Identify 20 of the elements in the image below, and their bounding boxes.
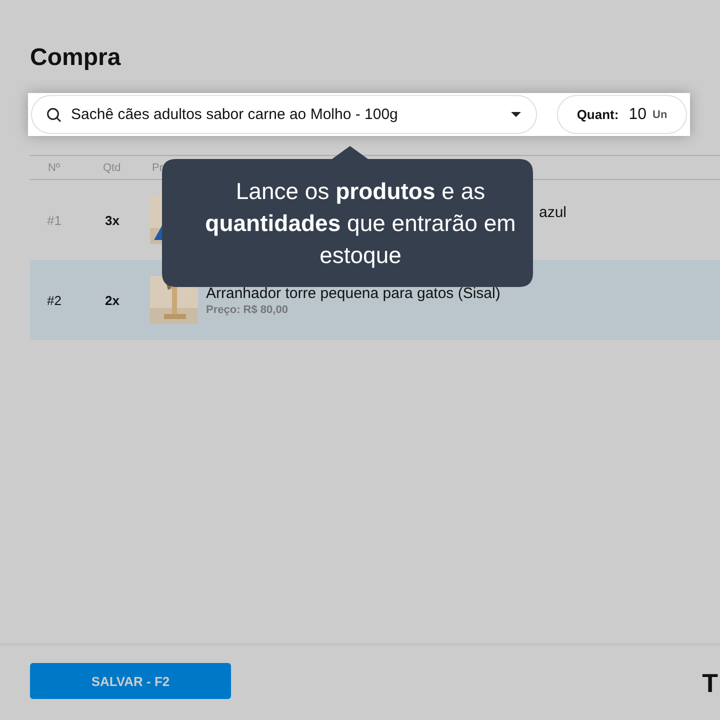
search-icon [46,106,62,122]
product-name: Arranhador torre pequena para gatos (Sisal) [206,284,500,302]
page-title: Compra [30,43,122,73]
row-number: #1 [46,212,62,228]
quantity-value: 10 [628,106,646,124]
product-search-field[interactable]: Sachê cães adultos sabor carne ao Molho - 100g [31,95,537,134]
search-value: Sachê cães adultos sabor carne ao Molho - 100g [71,106,399,123]
quantity-label: Quant: [576,107,619,122]
row-quantity: 2x [105,292,120,308]
product-price: Preço: R$ 80,00 [206,304,289,316]
quantity-unit: Un [652,108,668,120]
total-label: T [702,668,718,698]
product-name: azul [539,204,567,220]
row-quantity: 3x [105,212,120,228]
row-number: #2 [46,292,62,308]
quantity-field[interactable]: Quant: 10 Un [557,95,687,134]
column-header: Nº [47,162,61,174]
column-header: Qtd [103,162,122,174]
caret-icon[interactable] [510,111,522,118]
column-header: Pr [152,162,163,174]
